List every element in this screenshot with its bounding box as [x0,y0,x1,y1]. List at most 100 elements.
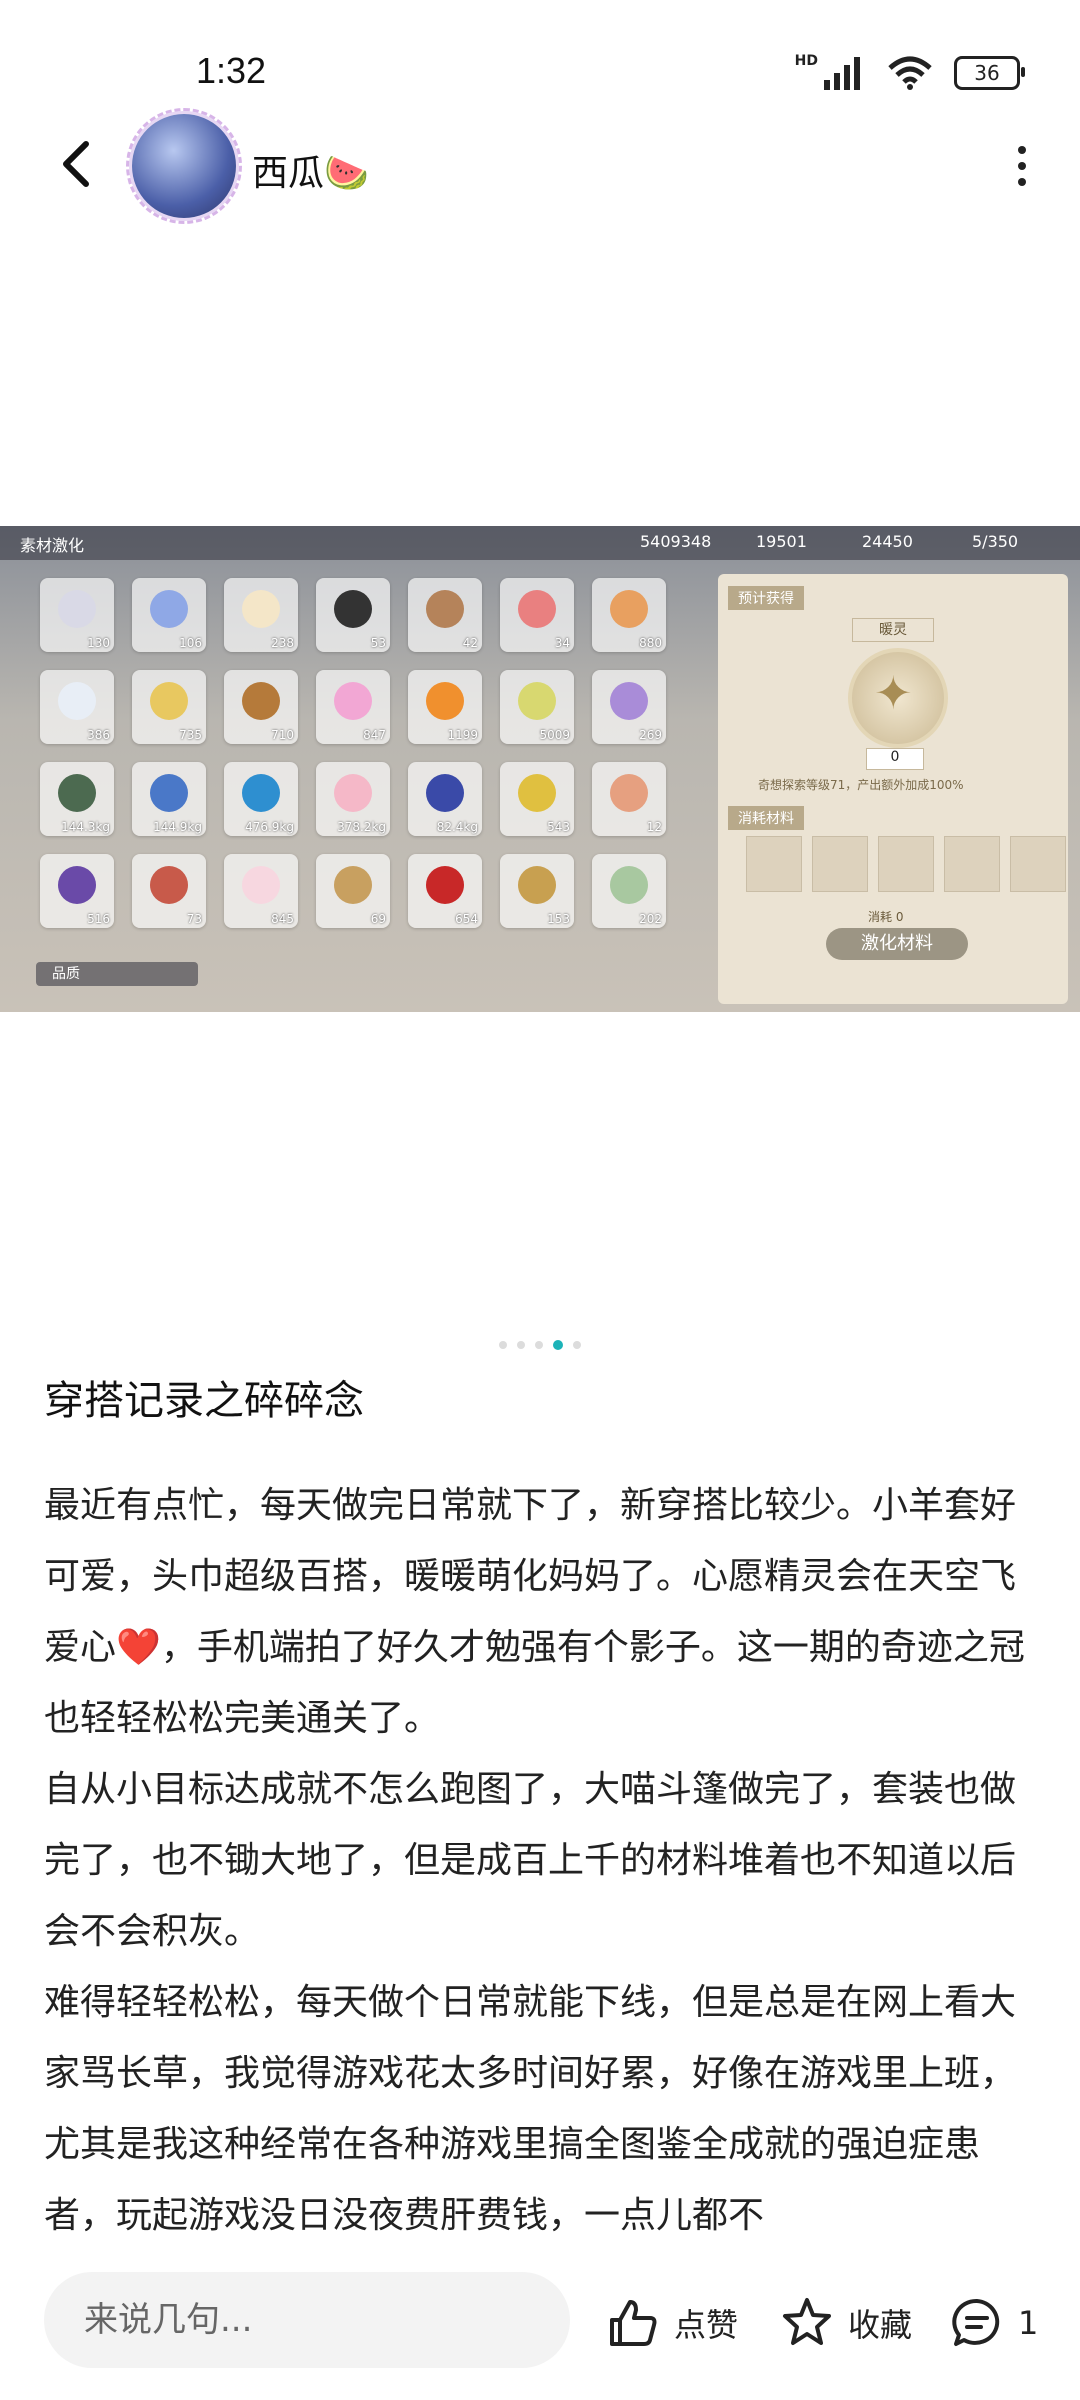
thumbs-up-icon [610,2300,657,2346]
item-count: 516 [87,912,110,926]
item-cell: 476.9kg [224,762,298,836]
material-slots [746,836,1066,892]
item-count: 34 [554,636,570,650]
resource-2: 19501 [756,532,807,551]
slot [878,836,934,892]
item-cell: 153 [500,854,574,928]
paragraph: 难得轻轻松松，每天做个日常就能下线，但是总是在网上看大家骂长草，我觉得游戏花太多… [44,1982,1017,2236]
item-count: 654 [455,912,478,926]
favorite-button[interactable]: 收藏 [780,2296,912,2350]
item-count: 53 [370,636,386,650]
panel-tag: 预计获得 [728,586,804,610]
item-count: 710 [271,728,294,742]
pager-dot [573,1341,581,1349]
panel-bonus: 奇想探索等级71，产出额外加成100% [758,778,964,792]
item-count: 5009 [539,728,570,742]
comment-icon [952,2298,1000,2346]
post-header: 西瓜🍉 [0,108,1080,230]
like-button[interactable]: 点赞 [606,2296,738,2350]
item-cell: 69 [316,854,390,928]
comment-count: 1 [1018,2304,1039,2342]
signal-icon [824,57,860,90]
quality-filter: 品质 [36,962,198,986]
back-arrow-icon[interactable] [48,134,108,194]
item-cell: 378.2kg [316,762,390,836]
item-count: 1199 [447,728,478,742]
item-count: 106 [179,636,202,650]
item-count: 269 [639,728,662,742]
item-icon [150,774,188,812]
item-icon [242,774,280,812]
item-icon [610,590,648,628]
item-cell: 880 [592,578,666,652]
item-icon [610,866,648,904]
item-cell: 130 [40,578,114,652]
item-icon [58,682,96,720]
item-count: 130 [87,636,110,650]
item-icon [426,774,464,812]
item-count: 69 [370,912,386,926]
post-image[interactable]: 素材激化 5409348 19501 24450 5/350 130 106 238… [0,526,1080,1012]
item-cell: 735 [132,670,206,744]
item-icon [426,866,464,904]
clock: 1:32 [196,50,267,91]
post-title: 穿搭记录之碎碎念 [44,1378,364,1424]
wifi-icon [888,56,932,90]
username[interactable]: 西瓜🍉 [252,144,369,196]
pager-dot [553,1340,563,1350]
materials-tag: 消耗材料 [728,806,804,830]
item-count: 73 [186,912,202,926]
hd-label: HD [794,53,818,69]
pager-dot [535,1341,543,1349]
item-icon [334,774,372,812]
resource-3: 24450 [862,532,913,551]
comment-button[interactable]: 1 [950,2296,1038,2350]
item-count: 144.3kg [61,820,110,834]
post-body: 最近有点忙，每天做完日常就下了，新穿搭比较少。小羊套好可爱，头巾超级百搭，暖暖萌… [44,1470,1040,2251]
item-cell: 269 [592,670,666,744]
item-icon [242,590,280,628]
item-cell: 144.9kg [132,762,206,836]
consume-label: 消耗 0 [868,910,904,924]
item-icon [426,590,464,628]
medal-icon [848,648,948,748]
item-count: 144.9kg [153,820,202,834]
like-label: 点赞 [674,2306,739,2344]
item-count: 42 [462,636,478,650]
item-count: 12 [646,820,662,834]
item-icon [150,682,188,720]
favorite-label: 收藏 [848,2306,913,2344]
item-icon [518,590,556,628]
item-icon [518,774,556,812]
item-count: 153 [547,912,570,926]
comment-input[interactable]: 来说几句... [44,2272,570,2368]
slot [944,836,1000,892]
item-count: 847 [363,728,386,742]
star-icon [783,2298,831,2345]
item-icon [334,682,372,720]
item-icon [426,682,464,720]
avatar-frame [126,108,242,224]
result-panel: 预计获得 暖灵 0 奇想探索等级71，产出额外加成100% 消耗材料 消耗 0 … [718,574,1068,1004]
item-cell: 1199 [408,670,482,744]
item-icon [334,590,372,628]
paragraph: 自从小目标达成就不怎么跑图了，大喵斗篷做完了，套装也做完了，也不锄大地了，但是成… [44,1769,1017,1952]
item-cell: 12 [592,762,666,836]
item-count: 238 [271,636,294,650]
system-icons: HD 36 [794,53,1025,90]
item-icon [518,682,556,720]
item-icon [518,866,556,904]
game-title: 素材激化 [20,536,85,555]
more-options-icon[interactable] [1012,146,1032,186]
item-icon [150,590,188,628]
item-cell: 144.3kg [40,762,114,836]
item-icon [242,682,280,720]
resource-1: 5409348 [640,532,712,551]
item-cell: 34 [500,578,574,652]
item-count: 386 [87,728,110,742]
slot [746,836,802,892]
battery-icon: 36 [954,56,1025,90]
item-grid: 130 106 238 53 42 34 880 386 735 710 847 1199 5009 26… [40,578,670,928]
item-count: 202 [639,912,662,926]
avatar[interactable] [126,108,242,224]
